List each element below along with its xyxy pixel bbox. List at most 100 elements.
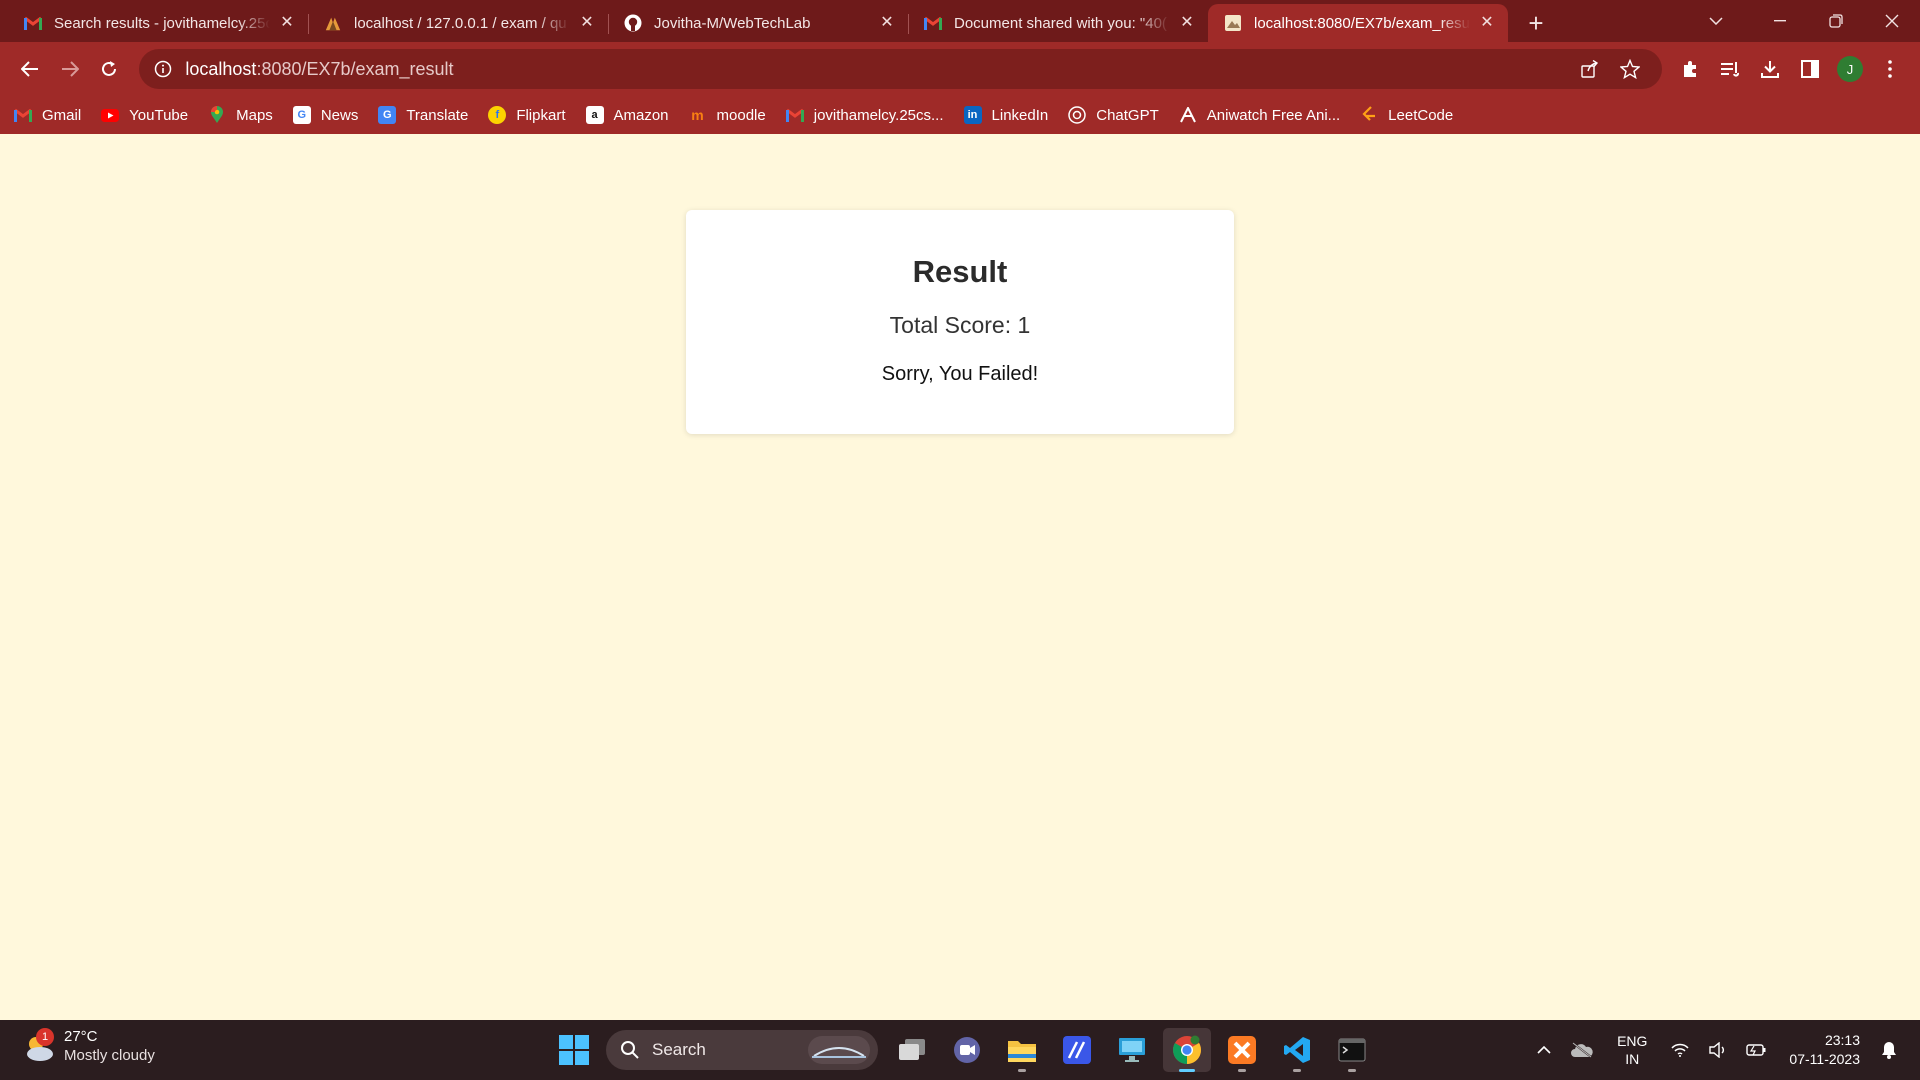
flipkart-icon: f bbox=[488, 106, 507, 124]
editor-icon[interactable] bbox=[1053, 1028, 1101, 1072]
bookmark-gmail-account[interactable]: jovithamelcy.25cs... bbox=[785, 106, 944, 124]
chatgpt-icon bbox=[1068, 106, 1086, 124]
forward-arrow-icon bbox=[61, 61, 79, 77]
gmail-icon bbox=[924, 14, 942, 32]
bookmark-label: jovithamelcy.25cs... bbox=[813, 106, 944, 124]
share-icon[interactable] bbox=[1570, 49, 1610, 89]
taskbar-search[interactable]: Search bbox=[606, 1030, 878, 1070]
total-score: Total Score: 1 bbox=[889, 312, 1031, 338]
reload-button[interactable] bbox=[90, 49, 130, 89]
bookmark-label: Aniwatch Free Ani... bbox=[1206, 106, 1341, 124]
system-tray: ENG IN 23:13 07-11-2023 bbox=[1525, 1020, 1920, 1080]
task-view-icon[interactable] bbox=[888, 1028, 936, 1072]
bookmark-label: LeetCode bbox=[1388, 106, 1454, 124]
tab-exam-result[interactable]: localhost:8080/EX7b/exam_resul ✕ bbox=[1208, 4, 1508, 42]
lang-line2: IN bbox=[1625, 1051, 1640, 1067]
url-host: localhost bbox=[185, 58, 257, 79]
bookmark-flipkart[interactable]: f Flipkart bbox=[488, 106, 566, 124]
bookmark-maps[interactable]: Maps bbox=[208, 106, 273, 124]
tab-phpmyadmin[interactable]: localhost / 127.0.0.1 / exam / qu ✕ bbox=[308, 4, 608, 42]
teams-chat-icon[interactable] bbox=[943, 1028, 991, 1072]
extensions-icon[interactable] bbox=[1670, 49, 1710, 89]
download-icon[interactable] bbox=[1750, 49, 1790, 89]
system-clock[interactable]: 23:13 07-11-2023 bbox=[1789, 1031, 1860, 1069]
bookmark-translate[interactable]: G Translate bbox=[378, 106, 468, 124]
back-button[interactable] bbox=[10, 49, 50, 89]
tab-gmail-search[interactable]: Search results - jovithamelcy.25c ✕ bbox=[8, 4, 308, 42]
bookmark-moodle[interactable]: m moodle bbox=[689, 106, 766, 124]
weather-badge: 1 bbox=[36, 1028, 54, 1046]
bookmark-gmail[interactable]: Gmail bbox=[14, 106, 81, 124]
bookmark-label: Translate bbox=[406, 106, 469, 124]
kebab-menu-icon[interactable] bbox=[1870, 49, 1910, 89]
bookmark-aniwatch[interactable]: Aniwatch Free Ani... bbox=[1179, 106, 1340, 124]
back-arrow-icon bbox=[20, 61, 38, 77]
bookmark-label: Maps bbox=[236, 106, 273, 124]
phpmyadmin-icon bbox=[324, 14, 342, 32]
gmail-icon bbox=[14, 106, 32, 124]
input-language[interactable]: ENG IN bbox=[1617, 1032, 1647, 1068]
close-window-icon[interactable] bbox=[1864, 0, 1920, 42]
new-tab-button[interactable]: + bbox=[1516, 4, 1556, 42]
terminal-icon[interactable] bbox=[1328, 1028, 1376, 1072]
result-message: Sorry, You Failed! bbox=[881, 363, 1039, 385]
bookmark-youtube[interactable]: YouTube bbox=[101, 106, 188, 124]
bookmark-chatgpt[interactable]: ChatGPT bbox=[1068, 106, 1159, 124]
toolbar-actions: J bbox=[1670, 49, 1910, 89]
close-icon[interactable]: ✕ bbox=[278, 14, 296, 32]
site-info-icon[interactable] bbox=[153, 59, 173, 79]
bookmark-label: moodle bbox=[716, 106, 766, 124]
chevron-up-icon[interactable] bbox=[1529, 1030, 1559, 1070]
cloud-sun-icon: 1 bbox=[22, 1028, 56, 1064]
minimize-icon[interactable] bbox=[1752, 0, 1808, 42]
vscode-icon[interactable] bbox=[1273, 1028, 1321, 1072]
notification-bell-icon[interactable] bbox=[1874, 1030, 1904, 1070]
window-controls bbox=[1688, 0, 1920, 42]
restore-icon[interactable] bbox=[1808, 0, 1864, 42]
battery-icon[interactable] bbox=[1741, 1030, 1771, 1070]
close-icon[interactable]: ✕ bbox=[578, 14, 596, 32]
reading-list-icon[interactable] bbox=[1710, 49, 1750, 89]
page-viewport: Result Total Score: 1 Sorry, You Failed! bbox=[0, 134, 1920, 1020]
tab-title: Jovitha-M/WebTechLab bbox=[654, 14, 811, 32]
tab-title: Document shared with you: "40( bbox=[954, 14, 1167, 32]
profile-button[interactable]: J bbox=[1830, 49, 1870, 89]
bookmark-amazon[interactable]: a Amazon bbox=[585, 106, 669, 124]
running-indicator bbox=[1018, 1069, 1026, 1072]
volume-icon[interactable] bbox=[1703, 1030, 1733, 1070]
maps-icon bbox=[208, 106, 226, 124]
url-text[interactable]: localhost:8080/EX7b/exam_result bbox=[185, 59, 1570, 80]
chrome-icon[interactable] bbox=[1163, 1028, 1211, 1072]
forward-button[interactable] bbox=[50, 49, 90, 89]
close-icon[interactable]: ✕ bbox=[1178, 14, 1196, 32]
close-icon[interactable]: ✕ bbox=[1478, 14, 1496, 32]
bookmark-linkedin[interactable]: in LinkedIn bbox=[963, 106, 1049, 124]
address-bar[interactable]: localhost:8080/EX7b/exam_result bbox=[139, 49, 1662, 89]
bookmark-star-icon[interactable] bbox=[1610, 49, 1650, 89]
translate-icon: G bbox=[378, 106, 397, 124]
file-explorer-icon[interactable] bbox=[998, 1028, 1046, 1072]
remote-desktop-icon[interactable] bbox=[1108, 1028, 1156, 1072]
bookmark-news[interactable]: G News bbox=[292, 106, 358, 124]
clock-date: 07-11-2023 bbox=[1789, 1051, 1860, 1067]
wifi-icon[interactable] bbox=[1665, 1030, 1695, 1070]
bookmark-label: LinkedIn bbox=[991, 106, 1049, 124]
aniwatch-icon bbox=[1179, 106, 1197, 124]
tab-github[interactable]: Jovitha-M/WebTechLab ✕ bbox=[608, 4, 908, 42]
tab-title: Search results - jovithamelcy.25c bbox=[54, 14, 270, 32]
side-panel-icon[interactable] bbox=[1790, 49, 1830, 89]
github-icon bbox=[624, 14, 642, 32]
running-indicator bbox=[1293, 1069, 1301, 1072]
tab-gmail-document[interactable]: Document shared with you: "40( ✕ bbox=[908, 4, 1208, 42]
close-icon[interactable]: ✕ bbox=[878, 14, 896, 32]
xampp-icon[interactable] bbox=[1218, 1028, 1266, 1072]
windows-start-icon[interactable] bbox=[552, 1028, 596, 1072]
onedrive-offline-icon[interactable] bbox=[1567, 1030, 1597, 1070]
taskbar: 1 27°C Mostly cloudy Search ENG IN 23:13… bbox=[0, 1020, 1920, 1080]
bookmark-leetcode[interactable]: LeetCode bbox=[1360, 106, 1453, 124]
tab-search-chevron-icon[interactable] bbox=[1688, 0, 1744, 42]
youtube-icon bbox=[101, 106, 120, 124]
weather-widget[interactable]: 1 27°C Mostly cloudy bbox=[22, 1028, 155, 1066]
avatar: J bbox=[1836, 56, 1863, 82]
bridge-illustration-icon bbox=[808, 1036, 870, 1064]
